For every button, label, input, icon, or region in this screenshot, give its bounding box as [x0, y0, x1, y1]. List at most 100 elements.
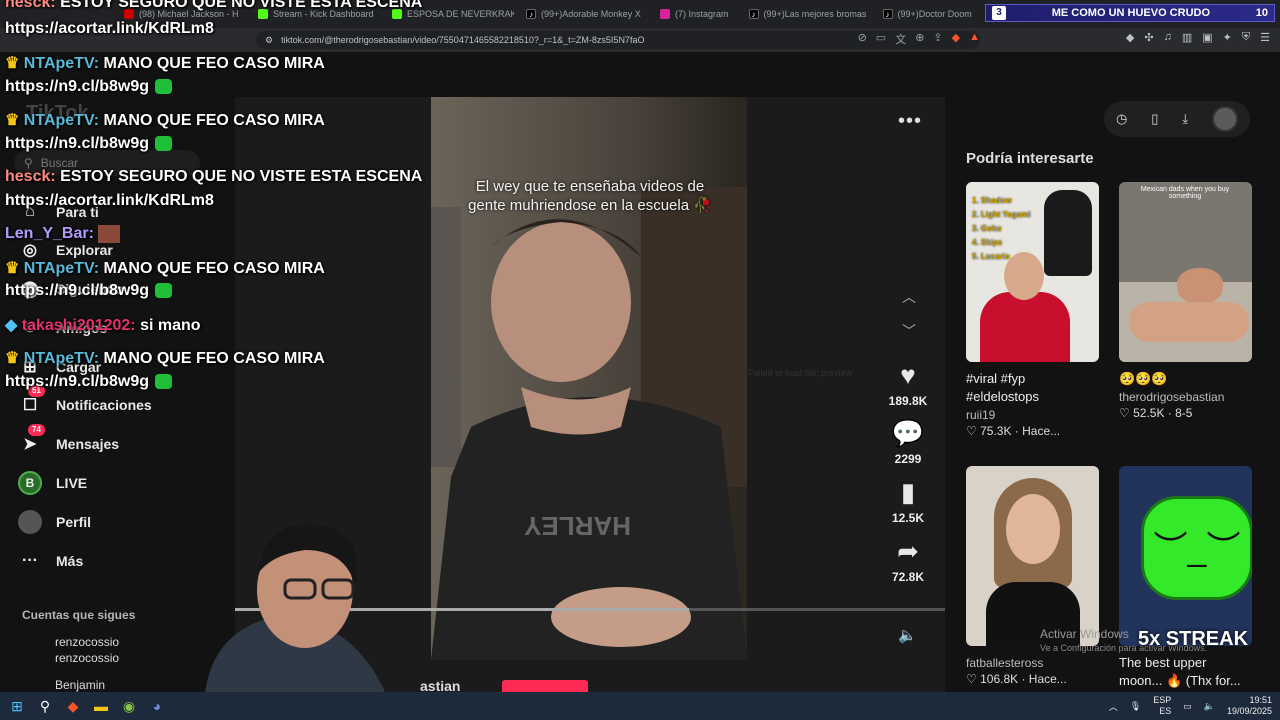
cube-icon: ◆ [5, 317, 18, 334]
more-icon: ··· [22, 552, 38, 569]
streak-emoji-icon: ︶_︶ [1141, 496, 1252, 600]
sidebar-icon[interactable]: ▥ [1182, 31, 1192, 44]
windows-start-icon[interactable]: ⊞ [6, 695, 28, 717]
volume-icon[interactable]: 🔈 [1204, 701, 1215, 712]
microphone-icon[interactable]: 🎙 [1130, 701, 1141, 712]
sidebar-item-perfil[interactable]: Perfil [18, 510, 91, 534]
card-username: ruii19 [966, 408, 996, 422]
thumb-caption: Mexican dads when you buy something [1140, 186, 1230, 200]
stream-counter-left: 3 [992, 6, 1006, 20]
bookmark-icon: ▮ [900, 477, 916, 507]
webcam-overlay [205, 524, 385, 692]
browser-tab[interactable]: ♪ (99+)Adorable Monkey X [518, 3, 648, 25]
like-button[interactable]: ♥ 189.8K [878, 360, 938, 408]
more-options-icon[interactable]: ••• [898, 110, 922, 133]
puzzle-icon[interactable]: ✣ [1144, 31, 1153, 44]
device-icon[interactable]: ▯ [1151, 111, 1158, 127]
brave-rewards-icon[interactable]: ▲ [969, 31, 980, 47]
url-text: tiktok.com/@therodrigosebastian/video/75… [281, 35, 645, 45]
recommendation-card[interactable]: ︶_︶ The best upper moon... 🔥 (Thx for... [1119, 466, 1252, 690]
chat-link: https://n9.cl/b8w9g [5, 373, 173, 391]
streak-label: 5x STREAK [1138, 628, 1249, 650]
extension-icon[interactable]: ◆ [1126, 31, 1134, 44]
kick-badge-icon [155, 374, 173, 390]
comment-button[interactable]: 💬 2299 [878, 418, 938, 466]
sidebar-item-mensajes[interactable]: ➤ 74 Mensajes [18, 424, 119, 456]
sidebar-item-mas[interactable]: ··· Más [18, 549, 83, 573]
person-face [1004, 252, 1044, 300]
sidebar-item-live[interactable]: B LIVE [18, 471, 87, 495]
url-tools: ⊘ ▭ 文 ⊕ ⇪ ◆ ▲ [858, 31, 980, 47]
card-thumbnail: 1. Shadow 2. Light Yagami 3. Goku 4. Ski… [966, 182, 1099, 362]
zoom-icon[interactable]: ⊕ [915, 31, 924, 47]
avatar [18, 510, 42, 534]
card-description: 🥺🥺🥺 [1119, 371, 1168, 386]
chevron-up-icon[interactable]: ︿ [1109, 700, 1118, 713]
volume-icon[interactable]: 🔈 [898, 626, 917, 644]
discord-icon[interactable]: ◕ [146, 695, 168, 717]
file-explorer-icon[interactable]: ▬ [90, 695, 112, 717]
compass-icon[interactable]: ◷ [1116, 111, 1127, 127]
vpn-icon[interactable]: ⛨ [1242, 31, 1250, 44]
card-description: The best upper moon... 🔥 (Thx for... [1119, 655, 1241, 688]
card-thumbnail: ︶_︶ [1119, 466, 1252, 646]
xbox-icon[interactable]: ◉ [118, 695, 140, 717]
search-icon[interactable]: ⚲ [34, 695, 56, 717]
media-icon[interactable]: ♫ [1164, 31, 1172, 44]
chat-link: https://n9.cl/b8w9g [5, 78, 173, 96]
network-icon[interactable]: ▭ [1183, 701, 1192, 712]
crown-icon: ♛ [5, 112, 20, 129]
chat-message: ◆ takashi201202: si mano [5, 317, 201, 334]
chat-link: https://acortar.link/KdRLm8 [5, 192, 214, 209]
share-button[interactable]: ➦ 72.8K [878, 536, 938, 584]
person-face [1006, 494, 1060, 564]
brave-shield-icon[interactable]: ◆ [952, 31, 960, 47]
recommendation-card[interactable]: Mexican dads when you buy something 🥺🥺🥺 … [1119, 182, 1252, 420]
avatar[interactable] [1212, 106, 1239, 132]
chevron-down-icon[interactable]: ﹀ [902, 321, 916, 341]
activate-windows-title: Activar Windows [1040, 627, 1129, 641]
chat-message: ♛ NTApeTV: MANO QUE FEO CASO MIRA [5, 350, 325, 367]
preview-error-text: Failed to load file: preview [748, 368, 853, 378]
card-meta: ♡ 52.5K · 8-5 [1119, 406, 1193, 420]
browser-tab[interactable]: ♪ (99+)Doctor Doom [875, 3, 980, 25]
wallet-icon[interactable]: ▣ [1202, 31, 1212, 44]
sidebar-item-notificaciones[interactable]: ☐ 51 Notificaciones [18, 385, 152, 417]
recommendation-card[interactable]: fatballesteross ♡ 106.8K · Hace... [966, 466, 1099, 686]
screen: { "browser": { "tabs": [ {"label": "(98)… [0, 0, 1280, 720]
following-account[interactable]: renzocossio renzocossio [55, 634, 119, 666]
recommendation-card[interactable]: 1. Shadow 2. Light Yagami 3. Goku 4. Ski… [966, 182, 1099, 438]
clock[interactable]: 19:51 19/09/2025 [1227, 695, 1272, 717]
browser-tab[interactable]: ♪ (99+)Las mejores bromas [741, 3, 871, 25]
extension-tools: ◆ ✣ ♫ ▥ ▣ ✦ ⛨ ☰ [1126, 31, 1270, 44]
share-icon[interactable]: ⇪ [933, 31, 942, 47]
reader-mode-icon[interactable]: ⊘ [858, 31, 867, 47]
menu-icon[interactable]: ☰ [1260, 31, 1270, 44]
leo-icon[interactable]: ✦ [1223, 31, 1232, 44]
save-button[interactable]: ▮ 12.5K [878, 477, 938, 525]
instagram-icon [660, 9, 670, 19]
inbox-icon: ☐ 51 [18, 385, 45, 417]
card-meta: ♡ 106.8K · Hace... [966, 672, 1067, 686]
recommendations-title: Podría interesarte [966, 150, 1094, 167]
tiktok-icon: ♪ [526, 9, 536, 19]
following-account[interactable]: Benjamin [55, 677, 105, 693]
site-info-icon: ⚙ [265, 34, 274, 45]
tiktok-icon: ♪ [882, 9, 893, 19]
language-indicator[interactable]: ESP ES [1153, 695, 1171, 717]
card-thumbnail [966, 466, 1099, 646]
brave-browser-icon[interactable]: ◆ [62, 695, 84, 717]
browser-tab[interactable]: (7) Instagram [652, 3, 737, 25]
comment-count: 2299 [894, 452, 922, 466]
live-icon: B [18, 471, 42, 495]
chat-message: ♛ NTApeTV: MANO QUE FEO CASO MIRA [5, 55, 325, 72]
chat-message: ♛ NTApeTV: MANO QUE FEO CASO MIRA [5, 112, 325, 129]
translate-icon[interactable]: 文 [895, 31, 906, 47]
download-icon[interactable]: ⤓ [1182, 111, 1188, 127]
screen-icon[interactable]: ▭ [876, 31, 886, 47]
card-thumbnail: Mexican dads when you buy something [1119, 182, 1252, 362]
chat-message: hesck: ESTOY SEGURO QUE NO VISTE ESTA ES… [5, 0, 423, 11]
chevron-up-icon[interactable]: ︿ [902, 287, 916, 307]
person-shirt [980, 292, 1070, 362]
kick-badge-icon [155, 136, 173, 152]
